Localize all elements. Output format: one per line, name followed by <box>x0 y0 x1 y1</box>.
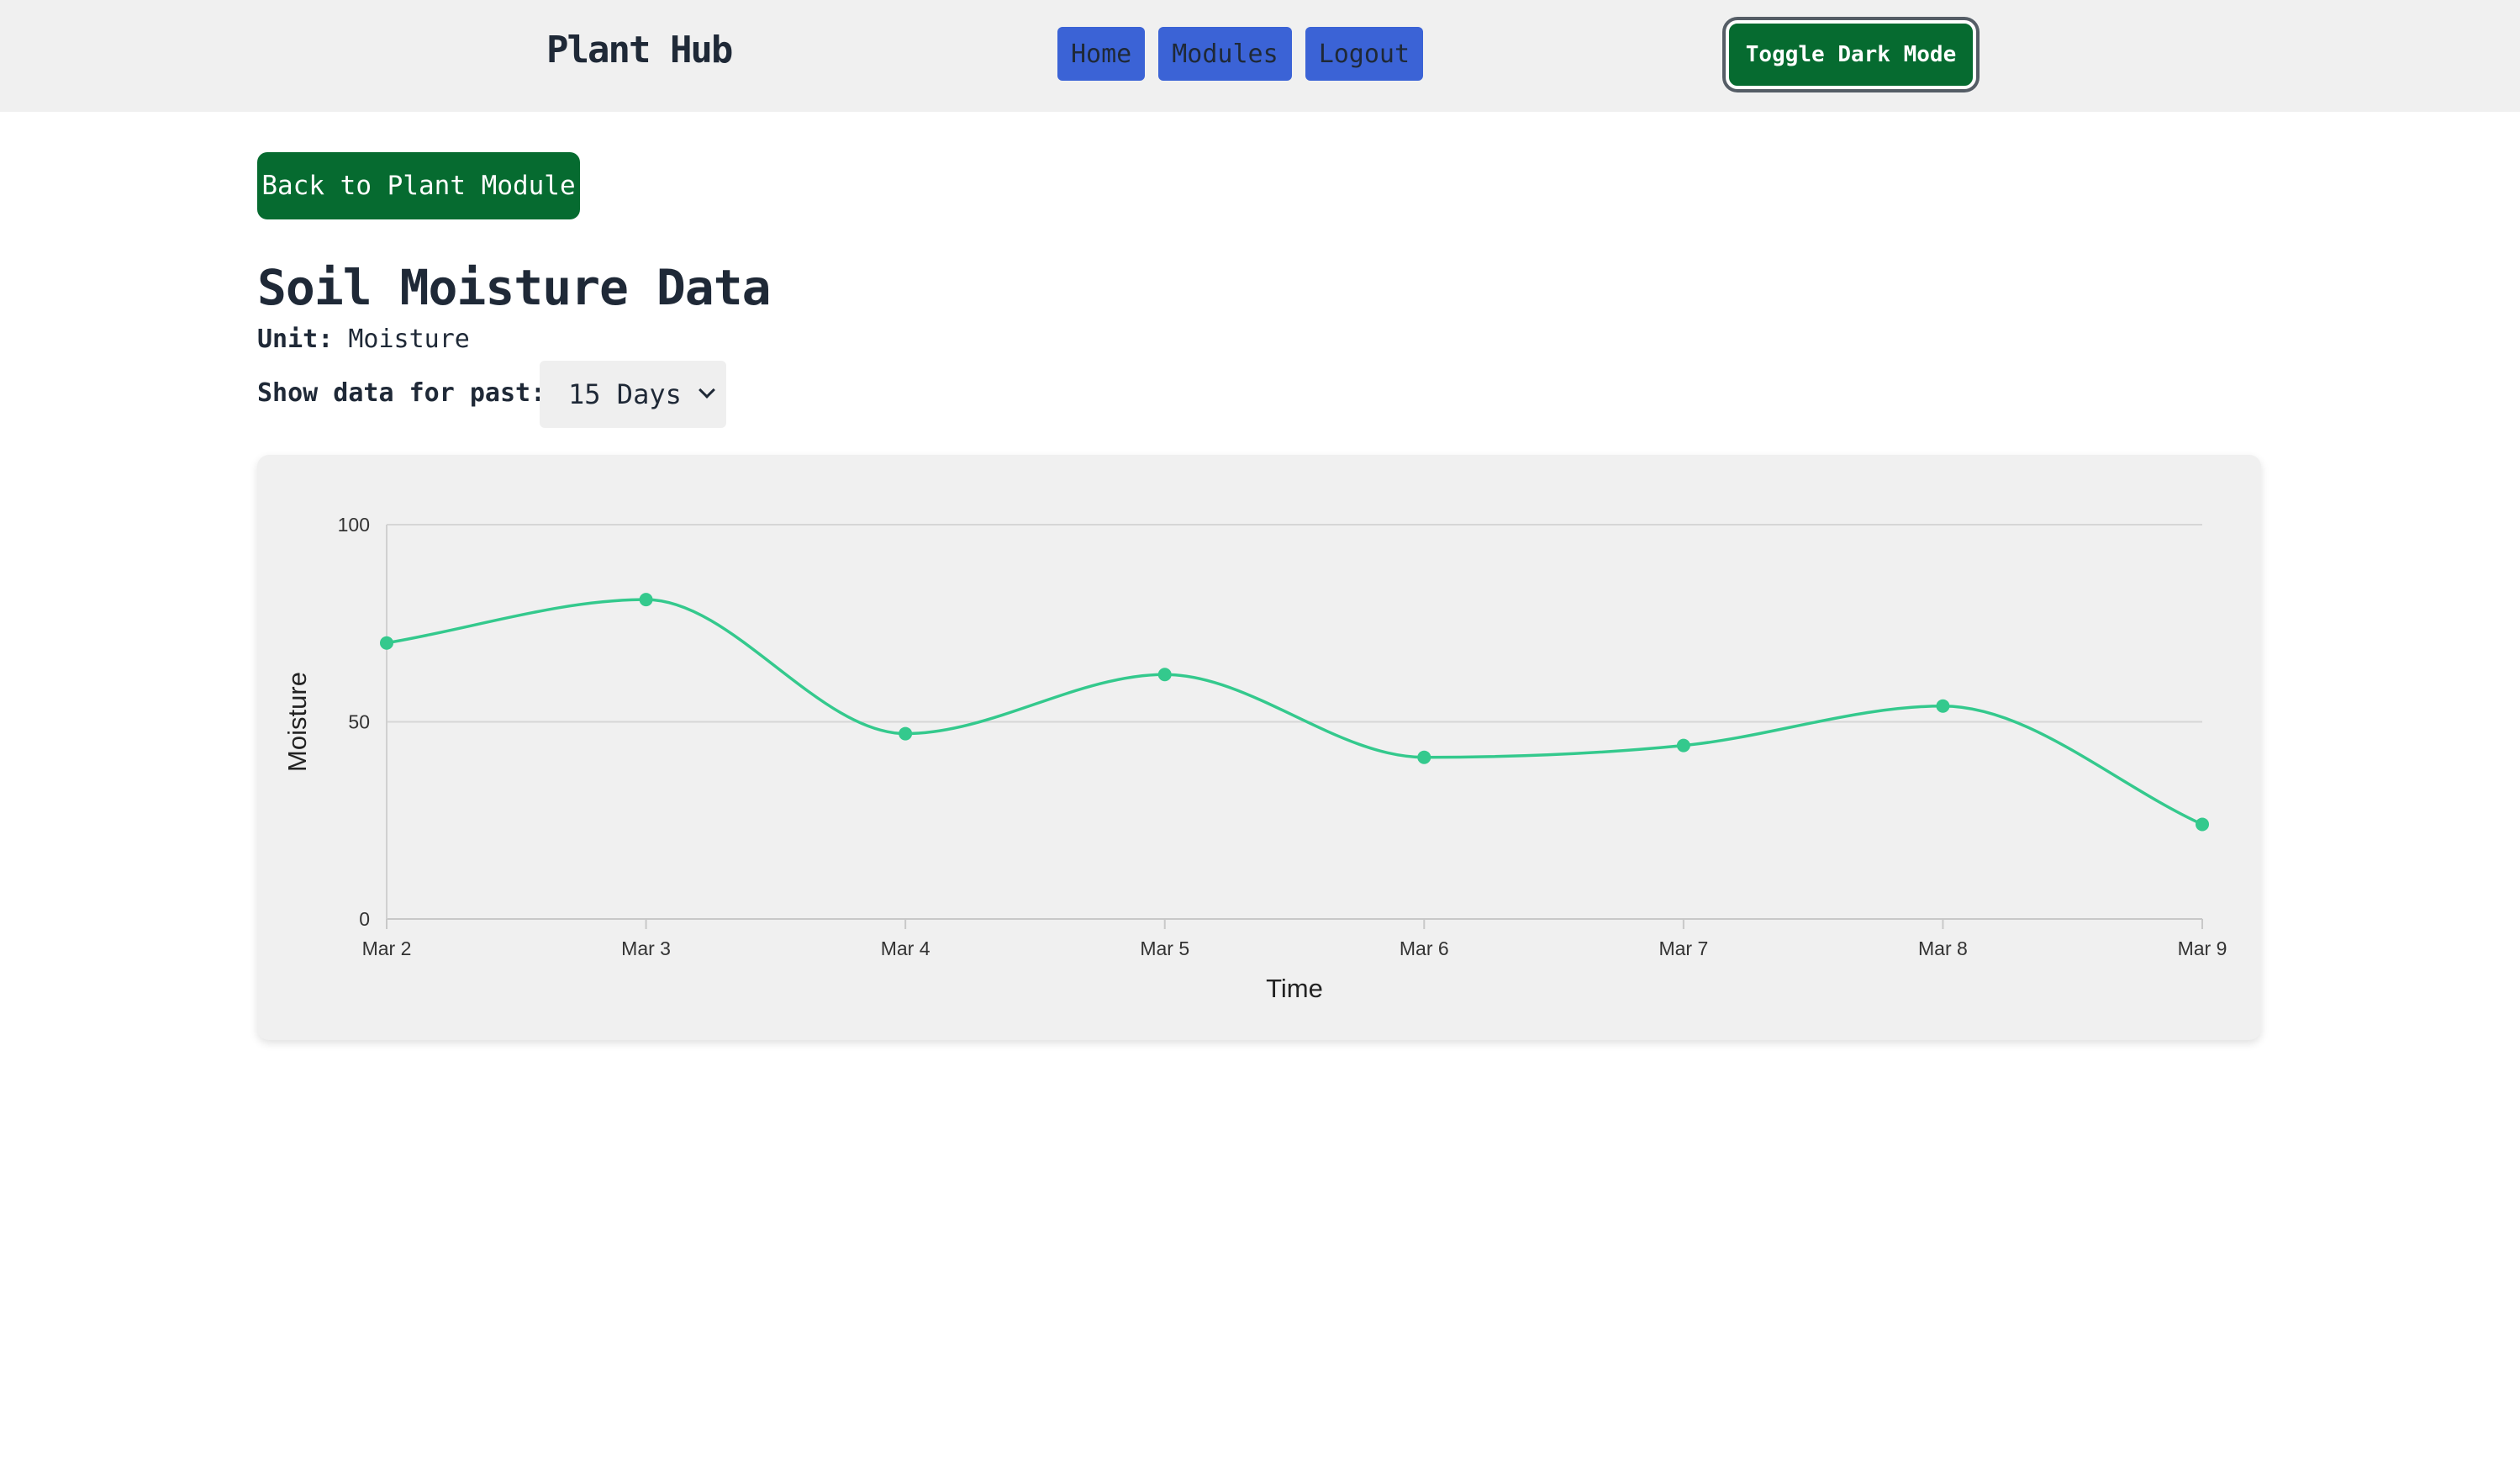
x-tick-label: Mar 5 <box>1140 937 1189 959</box>
y-tick-label: 100 <box>338 514 370 536</box>
back-to-plant-module-button[interactable]: Back to Plant Module <box>257 152 580 219</box>
y-tick-label: 50 <box>348 711 370 733</box>
data-point <box>639 593 653 607</box>
x-tick-label: Mar 3 <box>621 937 671 959</box>
nav-links: Home Modules Logout <box>1057 27 1424 81</box>
data-point <box>380 636 393 650</box>
range-select-value: 15 Days <box>568 378 682 410</box>
y-tick-label: 0 <box>359 908 370 930</box>
chevron-down-icon <box>699 382 715 399</box>
series-line <box>386 598 2203 826</box>
page-title: Soil Moisture Data <box>257 259 772 316</box>
unit-line: Unit: Moisture <box>257 325 470 354</box>
navbar: Plant Hub Home Modules Logout Toggle Dar… <box>0 0 2520 112</box>
data-point <box>2196 817 2209 832</box>
y-axis-title: Moisture <box>282 672 312 772</box>
unit-value: Moisture <box>348 325 470 354</box>
data-point <box>1936 699 1950 713</box>
range-label: Show data for past: <box>257 378 546 408</box>
x-tick-label: Mar 9 <box>2178 937 2227 959</box>
moisture-line-chart: 0 50 100 Mar 2 Mar 3 Mar 4 Mar 5 Mar 6 Mar 7 Mar … <box>282 514 2227 1003</box>
nav-home-button[interactable]: Home <box>1057 27 1146 81</box>
x-tick-label: Mar 8 <box>1918 937 1968 959</box>
unit-label: Unit: <box>257 325 334 354</box>
data-point <box>1157 668 1172 682</box>
data-point <box>899 726 913 741</box>
toggle-dark-mode-button[interactable]: Toggle Dark Mode <box>1726 20 1976 89</box>
nav-logout-button[interactable]: Logout <box>1305 27 1424 81</box>
range-select[interactable]: 15 Days <box>540 361 726 428</box>
x-tick-label: Mar 2 <box>362 937 412 959</box>
data-point <box>1417 750 1431 764</box>
x-tick-label: Mar 6 <box>1400 937 1449 959</box>
brand-title[interactable]: Plant Hub <box>546 29 733 71</box>
chart-card: 0 50 100 Mar 2 Mar 3 Mar 4 Mar 5 Mar 6 Mar 7 Mar … <box>257 455 2261 1040</box>
x-tick-label: Mar 4 <box>881 937 931 959</box>
data-point <box>1676 738 1690 753</box>
nav-modules-button[interactable]: Modules <box>1158 27 1292 81</box>
x-axis-title: Time <box>1266 974 1323 1003</box>
x-tick-label: Mar 7 <box>1658 937 1708 959</box>
